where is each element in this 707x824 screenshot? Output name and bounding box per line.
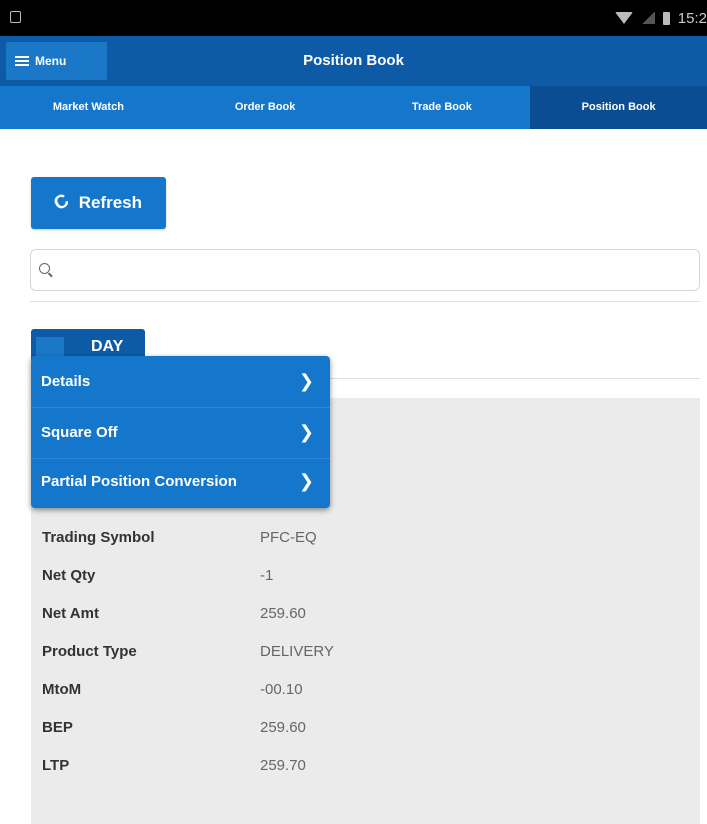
tab-order-book[interactable]: Order Book bbox=[177, 86, 354, 129]
detail-value: 259.70 bbox=[260, 757, 306, 774]
menu-button[interactable]: Menu bbox=[6, 42, 107, 80]
detail-label: BEP bbox=[42, 719, 73, 736]
day-tab-label: DAY bbox=[91, 338, 124, 355]
search-input[interactable] bbox=[57, 250, 691, 292]
context-menu: Details ❯ Square Off ❯ Partial Position … bbox=[31, 356, 330, 508]
refresh-button[interactable]: C Refresh bbox=[31, 177, 166, 229]
detail-value: PFC-EQ bbox=[260, 529, 317, 546]
divider bbox=[30, 301, 700, 302]
detail-value: DELIVERY bbox=[260, 643, 334, 660]
detail-label: LTP bbox=[42, 757, 70, 774]
notification-icon bbox=[10, 11, 21, 23]
search-box bbox=[30, 249, 700, 292]
detail-label: Net Qty bbox=[42, 567, 96, 584]
menu-item-label: Details bbox=[41, 373, 91, 390]
chevron-right-icon: ❯ bbox=[298, 371, 314, 391]
detail-value: -1 bbox=[260, 567, 274, 584]
detail-label: Product Type bbox=[42, 643, 137, 660]
chevron-right-icon: ❯ bbox=[298, 471, 314, 491]
menu-item-square-off[interactable]: Square Off ❯ bbox=[31, 407, 330, 458]
detail-value: 259.60 bbox=[260, 719, 306, 736]
battery-icon bbox=[662, 11, 670, 25]
detail-label: Trading Symbol bbox=[42, 529, 155, 546]
menu-item-partial-position-conversion[interactable]: Partial Position Conversion ❯ bbox=[31, 456, 330, 507]
detail-value: -00.10 bbox=[260, 681, 303, 698]
detail-row-trading-symbol: Trading Symbol PFC-EQ bbox=[42, 520, 682, 556]
detail-row-net-amt: Net Amt 259.60 bbox=[42, 596, 682, 632]
status-icons: 15:2 bbox=[614, 8, 707, 28]
search-icon bbox=[39, 263, 50, 274]
detail-row-mtom: MtoM -00.10 bbox=[42, 672, 682, 708]
hamburger-icon bbox=[15, 56, 29, 66]
menu-item-label: Partial Position Conversion bbox=[41, 473, 237, 490]
detail-row-ltp: LTP 259.70 bbox=[42, 748, 682, 784]
tab-trade-book[interactable]: Trade Book bbox=[354, 86, 531, 129]
detail-row-bep: BEP 259.60 bbox=[42, 710, 682, 746]
status-bar: 15:2 bbox=[0, 0, 707, 36]
menu-button-label: Menu bbox=[35, 54, 67, 68]
detail-value: 259.60 bbox=[260, 605, 306, 622]
clock: 15:2 bbox=[677, 9, 707, 27]
app-bar: Position Book Menu bbox=[0, 36, 707, 86]
detail-row-product-type: Product Type DELIVERY bbox=[42, 634, 682, 670]
tab-position-book[interactable]: Position Book bbox=[530, 86, 707, 129]
refresh-icon: C bbox=[50, 190, 73, 216]
wifi-icon bbox=[614, 12, 633, 24]
menu-item-label: Square Off bbox=[41, 424, 118, 441]
signal-icon bbox=[640, 12, 655, 24]
detail-label: Net Amt bbox=[42, 605, 99, 622]
chevron-right-icon: ❯ bbox=[298, 422, 314, 442]
detail-label: MtoM bbox=[42, 681, 82, 698]
refresh-label: Refresh bbox=[78, 193, 143, 212]
tab-market-watch[interactable]: Market Watch bbox=[0, 86, 177, 129]
detail-row-net-qty: Net Qty -1 bbox=[42, 558, 682, 594]
tab-bar: Market Watch Order Book Trade Book Posit… bbox=[0, 86, 707, 129]
menu-item-details[interactable]: Details ❯ bbox=[31, 356, 330, 407]
